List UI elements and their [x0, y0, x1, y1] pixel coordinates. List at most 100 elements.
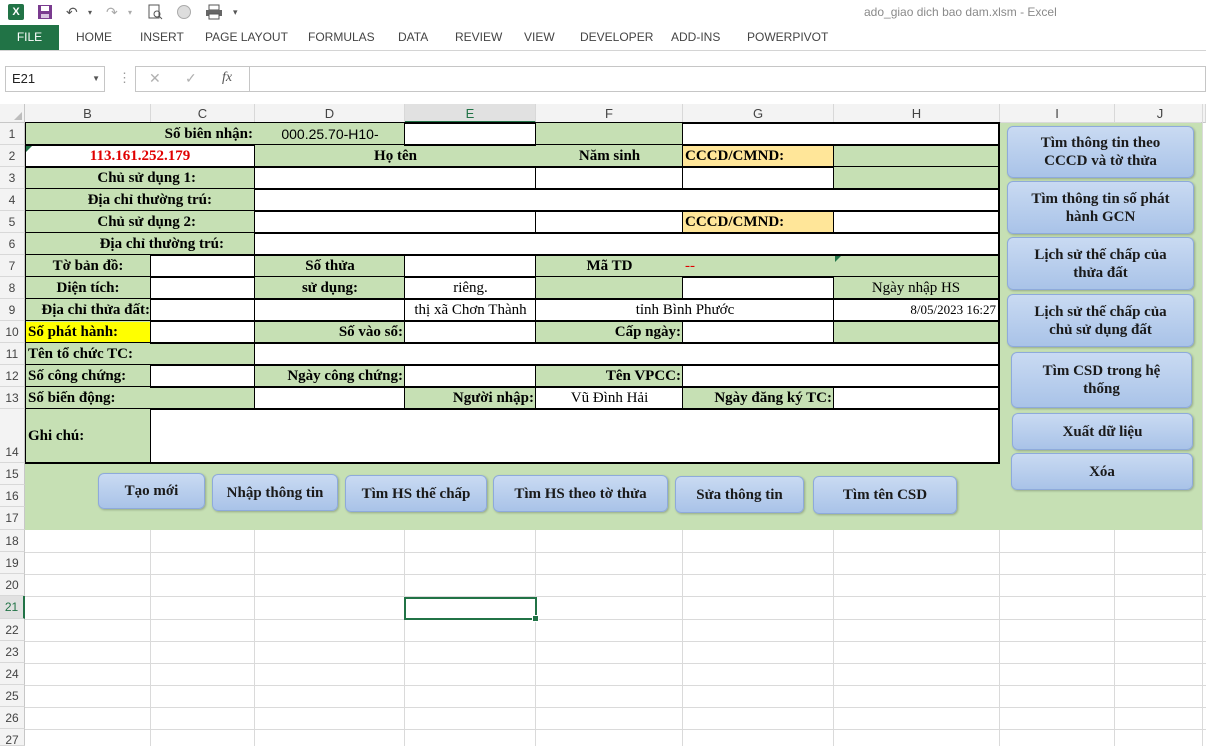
row-header-26[interactable]: 26 [0, 707, 25, 729]
to-ban-do-field[interactable] [150, 255, 255, 278]
save-icon[interactable] [37, 3, 53, 21]
row-header-10[interactable]: 10 [0, 321, 25, 343]
so-bien-nhan-extra[interactable] [404, 123, 536, 146]
sua-thong-tin-button[interactable]: Sửa thông tin [675, 476, 804, 513]
col-header-g[interactable]: G [683, 104, 834, 123]
row-header-19[interactable]: 19 [0, 552, 25, 574]
row1-right-field[interactable] [682, 123, 1000, 146]
insert-function-icon[interactable]: fx [222, 70, 232, 86]
circle-icon[interactable] [176, 3, 192, 21]
undo-dropdown-icon[interactable]: ▾ [88, 3, 92, 21]
row-header-22[interactable]: 22 [0, 619, 25, 641]
row-header-20[interactable]: 20 [0, 574, 25, 596]
row-header-11[interactable]: 11 [0, 343, 25, 365]
col-header-j[interactable]: J [1115, 104, 1206, 123]
ngay-dang-ky-field[interactable] [833, 387, 1000, 410]
row-header-15[interactable]: 15 [0, 463, 25, 485]
so-thua-field[interactable] [404, 255, 536, 278]
tab-formulas[interactable]: FORMULAS [308, 25, 375, 50]
tab-developer[interactable]: DEVELOPER [580, 25, 653, 50]
row-header-21[interactable]: 21 [0, 596, 25, 619]
col-header-d[interactable]: D [255, 104, 405, 123]
so-bien-dong-field[interactable] [254, 387, 405, 410]
so-cong-chung-field[interactable] [150, 365, 255, 388]
lich-su-the-chap-chu-su-dung-button[interactable]: Lịch sử thế chấp của chủ sử dụng đất [1007, 294, 1194, 347]
cancel-icon[interactable]: ✕ [149, 70, 161, 87]
row-header-23[interactable]: 23 [0, 641, 25, 663]
row8-g-field[interactable] [682, 277, 834, 300]
name-box-dropdown-icon[interactable]: ▼ [92, 67, 100, 91]
ten-to-chuc-field[interactable] [254, 343, 1000, 366]
row-header-25[interactable]: 25 [0, 685, 25, 707]
tab-review[interactable]: REVIEW [455, 25, 502, 50]
nam-sinh-1-field[interactable] [535, 167, 683, 190]
formula-bar-grip-icon[interactable]: ⋮ [118, 70, 131, 86]
formula-input[interactable] [249, 66, 1206, 92]
tab-home[interactable]: HOME [76, 25, 112, 50]
col-header-i[interactable]: I [1000, 104, 1115, 123]
ho-ten-1-field[interactable] [254, 167, 536, 190]
col-header-f[interactable]: F [536, 104, 683, 123]
row-header-18[interactable]: 18 [0, 530, 25, 552]
tim-ten-csd-button[interactable]: Tìm tên CSD [813, 476, 957, 514]
row-header-5[interactable]: 5 [0, 211, 25, 233]
tab-data[interactable]: DATA [398, 25, 428, 50]
so-vao-so-field[interactable] [404, 321, 536, 344]
col-header-h[interactable]: H [834, 104, 1000, 123]
col-header-b[interactable]: B [25, 104, 151, 123]
ngay-cong-chung-field[interactable] [404, 365, 536, 388]
so-phat-hanh-field[interactable] [150, 321, 255, 344]
xoa-button[interactable]: Xóa [1011, 453, 1193, 490]
xuat-du-lieu-button[interactable]: Xuất dữ liệu [1012, 413, 1193, 450]
cccd-1-extra-field[interactable] [682, 167, 834, 190]
dia-chi-thua-2-field[interactable] [254, 299, 405, 322]
tab-insert[interactable]: INSERT [140, 25, 184, 50]
dia-chi-1-field[interactable] [254, 189, 1000, 212]
enter-icon[interactable]: ✓ [185, 70, 197, 87]
row-header-6[interactable]: 6 [0, 233, 25, 255]
row-header-12[interactable]: 12 [0, 365, 25, 387]
tab-powerpivot[interactable]: POWERPIVOT [747, 25, 828, 50]
ho-ten-2-field[interactable] [254, 211, 536, 234]
ghi-chu-field[interactable] [150, 409, 1000, 464]
row-header-7[interactable]: 7 [0, 255, 25, 277]
nam-sinh-2-field[interactable] [535, 211, 683, 234]
row-header-27[interactable]: 27 [0, 729, 25, 746]
tim-hs-the-chap-button[interactable]: Tìm HS thế chấp [345, 475, 487, 512]
redo-icon[interactable]: ↷ [106, 3, 118, 21]
tab-file[interactable]: FILE [0, 25, 59, 50]
row-header-16[interactable]: 16 [0, 485, 25, 507]
col-header-c[interactable]: C [151, 104, 255, 123]
row-header-2[interactable]: 2 [0, 145, 25, 167]
col-header-e[interactable]: E [405, 104, 536, 123]
select-all-corner[interactable] [0, 104, 25, 123]
tao-moi-button[interactable]: Tạo mới [98, 473, 205, 509]
row-header-14[interactable]: 14 [0, 409, 25, 463]
tab-view[interactable]: VIEW [524, 25, 555, 50]
undo-icon[interactable]: ↶ [66, 3, 78, 21]
row-header-4[interactable]: 4 [0, 189, 25, 211]
cccd-2-field[interactable] [833, 211, 1000, 234]
quick-print-icon[interactable] [205, 3, 223, 21]
row-header-13[interactable]: 13 [0, 387, 25, 409]
lich-su-the-chap-thua-dat-button[interactable]: Lịch sử thế chấp của thửa đất [1007, 237, 1194, 290]
tim-csd-he-thong-button[interactable]: Tìm CSD trong hệ thống [1011, 352, 1192, 408]
tim-thong-tin-cccd-button[interactable]: Tìm thông tin theo CCCD và tờ thửa [1007, 126, 1194, 178]
dien-tich-field[interactable] [150, 277, 255, 300]
tim-so-phat-hanh-button[interactable]: Tìm thông tin số phát hành GCN [1007, 181, 1194, 234]
print-preview-icon[interactable] [147, 3, 163, 21]
row-header-24[interactable]: 24 [0, 663, 25, 685]
active-cell-e21[interactable] [404, 597, 539, 622]
row-header-1[interactable]: 1 [0, 123, 25, 145]
dia-chi-2-field[interactable] [254, 233, 1000, 256]
redo-dropdown-icon[interactable]: ▾ [128, 3, 132, 21]
tab-page-layout[interactable]: PAGE LAYOUT [205, 25, 288, 50]
tim-hs-theo-to-thua-button[interactable]: Tìm HS theo tờ thửa [493, 475, 668, 512]
ten-vpcc-field[interactable] [682, 365, 1000, 388]
row-header-9[interactable]: 9 [0, 299, 25, 321]
name-box[interactable]: E21 ▼ [5, 66, 105, 92]
nhap-thong-tin-button[interactable]: Nhập thông tin [212, 474, 338, 511]
customize-qat-icon[interactable]: ▾ [233, 3, 238, 21]
cap-ngay-field[interactable] [682, 321, 834, 344]
row-header-17[interactable]: 17 [0, 507, 25, 530]
